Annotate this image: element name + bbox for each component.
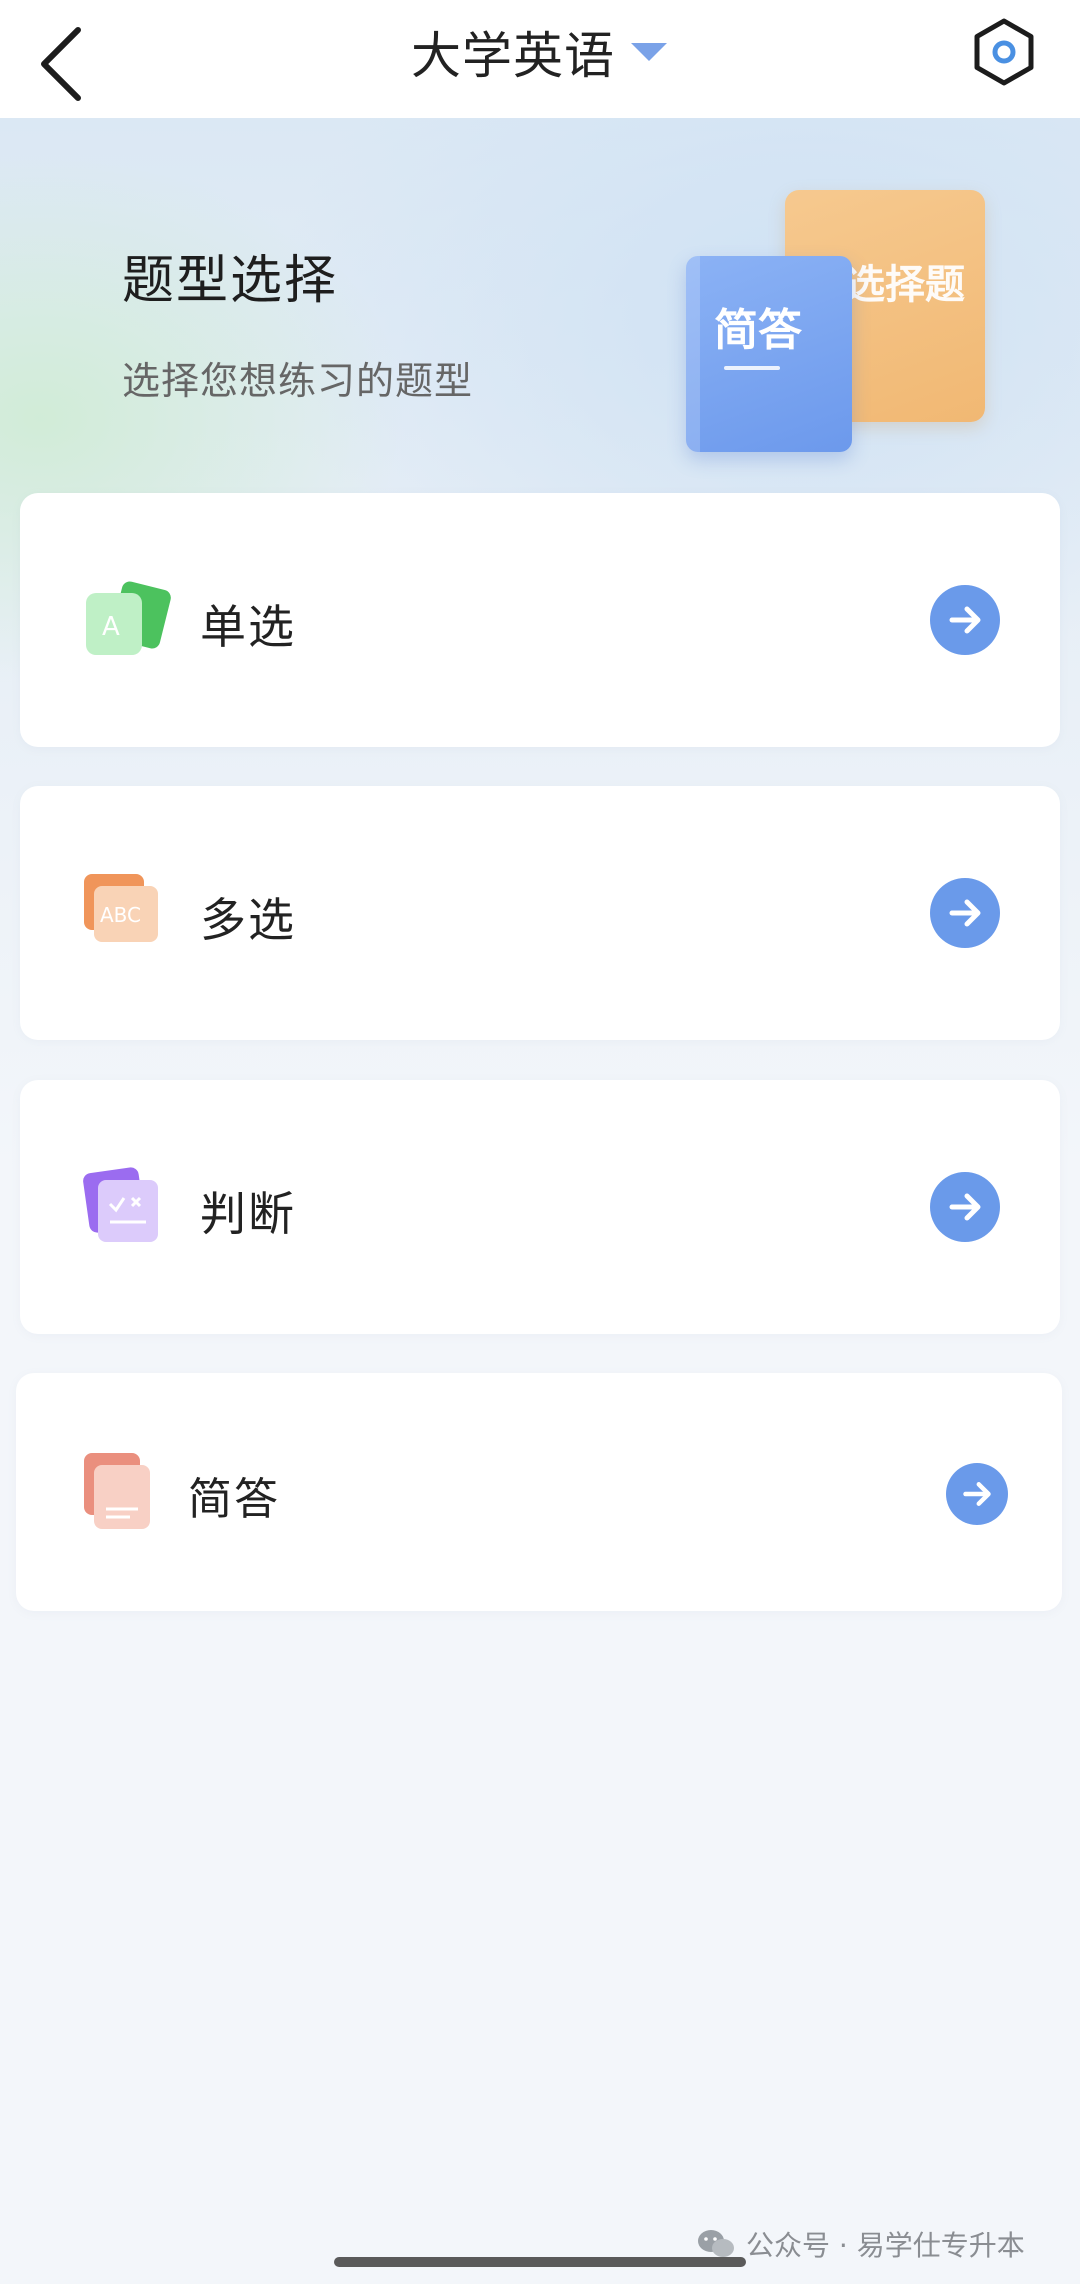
choice-book-label: 选择题: [845, 262, 965, 308]
books-illustration: 选择题 简答: [680, 190, 1000, 480]
page-title: 大学英语: [411, 27, 615, 85]
caret-down-icon: [631, 43, 667, 61]
short-answer-book-illustration: 简答: [686, 256, 852, 452]
top-navigation-bar: 大学英语: [0, 0, 1080, 118]
wechat-icon: [698, 2230, 734, 2257]
watermark-text: 公众号 · 易学仕专升本: [746, 2229, 1025, 2262]
svg-text:A: A: [102, 612, 120, 642]
short-answer-book-label: 简答: [714, 305, 802, 356]
question-type-card-single[interactable]: A 单选: [20, 493, 1060, 747]
question-type-label: 判断: [200, 1187, 296, 1241]
book-underline: [724, 366, 780, 370]
svg-text:ABC: ABC: [100, 903, 141, 927]
arrow-right-icon: [949, 899, 981, 927]
go-button-short-answer[interactable]: [946, 1463, 1008, 1525]
arrow-right-icon: [963, 1482, 991, 1506]
question-type-label: 简答: [188, 1474, 280, 1525]
go-button-true-false[interactable]: [930, 1172, 1000, 1242]
arrow-right-icon: [949, 606, 981, 634]
question-type-card-multiple[interactable]: ABC 多选: [20, 786, 1060, 1040]
settings-button[interactable]: [968, 16, 1040, 88]
arrow-right-icon: [949, 1193, 981, 1221]
question-type-card-short-answer[interactable]: 简答: [16, 1373, 1062, 1611]
hexagon-settings-icon: [974, 18, 1034, 86]
subject-selector[interactable]: 大学英语: [0, 0, 1080, 104]
hero-subtitle: 选择您想练习的题型: [122, 359, 474, 403]
multiple-choice-icon: ABC: [84, 874, 158, 942]
question-type-label: 单选: [200, 600, 296, 654]
single-choice-icon: A: [86, 581, 171, 655]
short-answer-icon: [84, 1453, 150, 1529]
question-type-label: 多选: [200, 893, 296, 947]
go-button-multiple[interactable]: [930, 878, 1000, 948]
go-button-single[interactable]: [930, 585, 1000, 655]
hero-title: 题型选择: [122, 251, 339, 311]
book-spine: [686, 256, 700, 452]
home-indicator[interactable]: [334, 2257, 746, 2267]
question-type-card-true-false[interactable]: 判断: [20, 1080, 1060, 1334]
true-false-icon: [83, 1167, 158, 1242]
